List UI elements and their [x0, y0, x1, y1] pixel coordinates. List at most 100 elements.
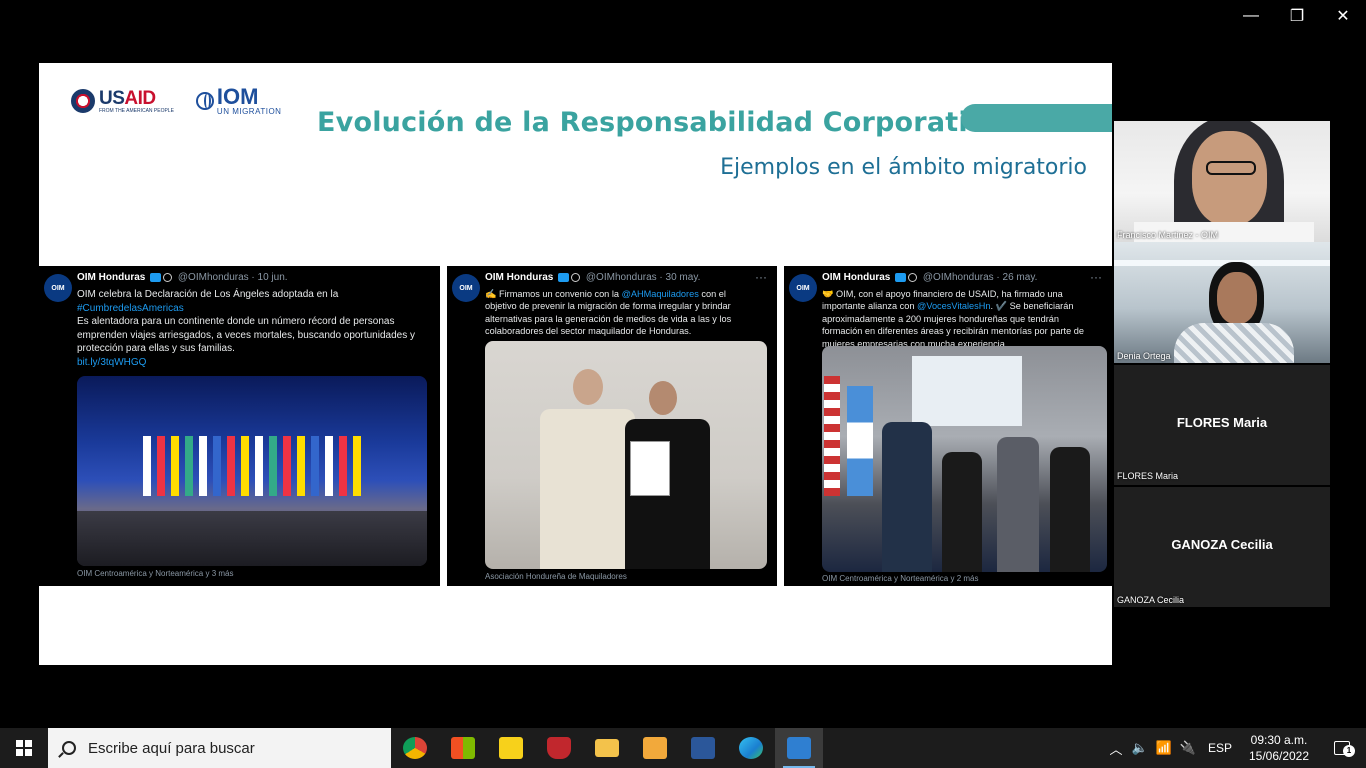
usaid-wordmark: USAID	[99, 87, 156, 109]
file-explorer-icon	[595, 739, 619, 757]
start-button[interactable]	[0, 728, 48, 768]
verified-icon	[571, 272, 581, 282]
person-man	[540, 409, 635, 569]
participant-video[interactable]: Denia Ortega	[1114, 242, 1330, 363]
iom-logo: IOM UN MIGRATION	[195, 84, 282, 116]
tweet-card: OIM OIM Honduras @OIMhonduras · 26 may. …	[784, 266, 1112, 586]
tweet-header: OIM Honduras @OIMhonduras · 26 may.	[822, 272, 1037, 283]
person-head	[573, 369, 603, 405]
windows-logo-icon	[16, 740, 32, 756]
verified-icon	[908, 272, 918, 282]
notification-count: 1	[1343, 745, 1355, 757]
slide-subtitle: Ejemplos en el ámbito migratorio	[720, 155, 1087, 180]
tweet-header: OIM Honduras @OIMhonduras · 30 may.	[485, 272, 700, 283]
tweet-account: OIM Honduras	[822, 272, 891, 283]
usaid-logo: USAID FROM THE AMERICAN PEOPLE	[71, 89, 174, 114]
projection-screen	[912, 356, 1022, 426]
taskbar-sticky-notes[interactable]	[487, 728, 535, 768]
system-tray: ︿ 🔈 📶 🔌 ESP 09:30 a.m. 15/06/2022 1	[1104, 728, 1366, 768]
language-indicator[interactable]: ESP	[1200, 741, 1240, 755]
participant-video[interactable]: Francisco Martinez - OIM	[1114, 121, 1330, 242]
tweet-link: bit.ly/3tqWHGQ	[77, 356, 147, 368]
tweet-account: OIM Honduras	[485, 272, 554, 283]
tweet-handle: @OIMhonduras · 30 may.	[585, 272, 701, 283]
participant-name-label: Francisco Martinez - OIM	[1117, 230, 1219, 240]
security-app-icon	[547, 737, 571, 759]
participant-name-label: GANOZA Cecilia	[1117, 595, 1185, 605]
tweet-card: OIM OIM Honduras @OIMhonduras · 10 jun. …	[39, 266, 440, 586]
participant-name-label: Denia Ortega	[1117, 351, 1171, 361]
minimize-button[interactable]: —	[1228, 0, 1274, 32]
restore-button[interactable]: ❐	[1274, 0, 1320, 32]
taskbar: Escribe aquí para buscar ︿ 🔈 📶 🔌 ESP 09:…	[0, 728, 1366, 768]
flag-icon	[895, 272, 907, 282]
edge-icon	[739, 737, 763, 759]
participant-name-label: FLORES Maria	[1117, 471, 1179, 481]
usaid-tagline: FROM THE AMERICAN PEOPLE	[99, 107, 174, 114]
tweet-text: 🤝 OIM, con el apoyo financiero de USAID,…	[822, 288, 1092, 350]
sticky-notes-icon	[499, 737, 523, 759]
verified-icon	[163, 272, 173, 282]
tweet-photo-summit-group	[77, 376, 427, 566]
chrome-icon	[403, 737, 427, 759]
person-head	[649, 381, 677, 415]
presentation-slide: USAID FROM THE AMERICAN PEOPLE IOM UN MI…	[39, 63, 1112, 665]
taskbar-meeting-app[interactable]	[775, 728, 823, 768]
flags-row	[87, 436, 417, 496]
clock[interactable]: 09:30 a.m. 15/06/2022	[1240, 732, 1318, 764]
tweet-photo-agreement-signing	[485, 341, 767, 569]
window-controls: — ❐ ✕	[1228, 0, 1366, 32]
oim-avatar: OIM	[789, 274, 817, 302]
tweet-handle: @OIMhonduras · 10 jun.	[177, 272, 288, 283]
tweet-account: OIM Honduras	[77, 272, 146, 283]
tweet-photo-alliance-group	[822, 346, 1107, 572]
slide-title: Evolución de la Responsabilidad Corporat…	[317, 107, 1005, 138]
taskbar-edge[interactable]	[727, 728, 775, 768]
participant-tile[interactable]: GANOZA Cecilia GANOZA Cecilia	[1114, 487, 1330, 607]
oim-avatar: OIM	[44, 274, 72, 302]
tweet-line: OIM celebra la Declaración de Los Ángele…	[77, 289, 339, 300]
audience	[77, 511, 427, 566]
glasses-icon	[1206, 161, 1256, 175]
participant-tile[interactable]: FLORES Maria FLORES Maria	[1114, 365, 1330, 485]
tweet-more-icon: ···	[1090, 270, 1102, 284]
tweet-header: OIM Honduras @OIMhonduras · 10 jun.	[77, 272, 288, 283]
chevron-up-icon[interactable]: ︿	[1104, 728, 1128, 768]
close-button[interactable]: ✕	[1320, 0, 1366, 32]
taskbar-outlook[interactable]	[631, 728, 679, 768]
iom-globe-icon	[195, 92, 214, 111]
iom-wordmark: IOM	[216, 84, 259, 109]
tweet-photo-caption: OIM Centroamérica y Norteamérica y 3 más	[77, 569, 234, 578]
notifications-button[interactable]: 1	[1318, 728, 1366, 768]
title-accent-bar	[961, 104, 1112, 132]
person	[997, 437, 1039, 572]
usa-flag	[824, 376, 840, 496]
tweet-photo-caption: Asociación Hondureña de Maquiladores	[485, 572, 627, 581]
tweet-text: OIM celebra la Declaración de Los Ángele…	[77, 288, 432, 369]
clock-date: 15/06/2022	[1248, 749, 1310, 763]
iom-tagline: UN MIGRATION	[216, 106, 282, 116]
wifi-icon[interactable]: 📶	[1152, 728, 1176, 768]
honduras-flag	[847, 386, 873, 496]
word-icon	[691, 737, 715, 759]
participant-shirt	[1174, 323, 1294, 363]
taskbar-file-explorer[interactable]	[583, 728, 631, 768]
taskbar-word[interactable]	[679, 728, 727, 768]
taskbar-security-app[interactable]	[535, 728, 583, 768]
meeting-app-icon	[787, 737, 811, 759]
tweet-photo-caption: OIM Centroamérica y Norteamérica y 2 más	[822, 574, 979, 583]
participant-name-large: GANOZA Cecilia	[1171, 537, 1273, 552]
tweet-mention: @AHMaquiladores	[621, 289, 699, 299]
clock-time: 09:30 a.m.	[1250, 733, 1308, 747]
volume-icon[interactable]: 🔈	[1128, 728, 1152, 768]
search-icon	[62, 741, 76, 755]
tweet-line: Es alentadora para un continente donde u…	[77, 316, 415, 354]
taskbar-search-box[interactable]: Escribe aquí para buscar	[48, 728, 391, 768]
power-icon[interactable]: 🔌	[1176, 728, 1200, 768]
usaid-seal-icon	[71, 89, 95, 114]
taskbar-chrome[interactable]	[391, 728, 439, 768]
person	[942, 452, 982, 572]
taskbar-store[interactable]	[439, 728, 487, 768]
search-placeholder: Escribe aquí para buscar	[88, 739, 255, 757]
participant-face	[1192, 131, 1267, 226]
